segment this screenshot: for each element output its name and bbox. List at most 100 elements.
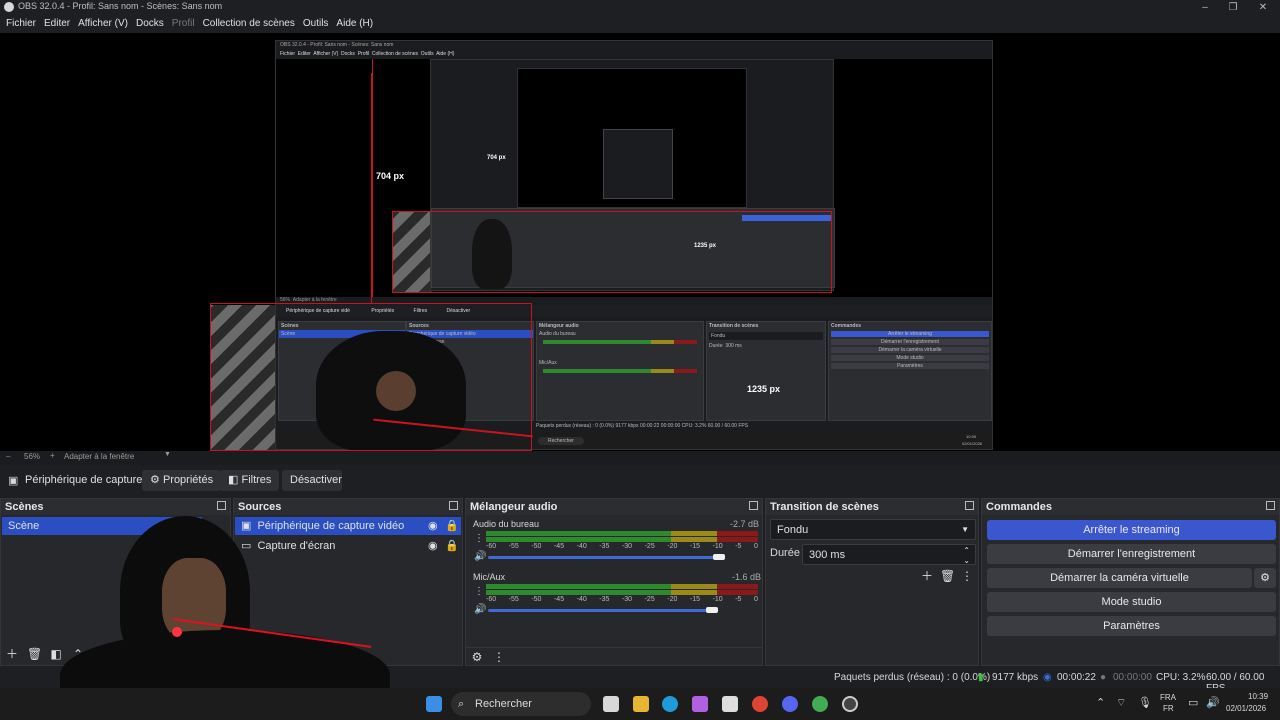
obs-icon[interactable]	[842, 696, 858, 712]
channel-db: -1.6 dB	[732, 572, 762, 582]
lock-icon[interactable]: 🔒	[445, 517, 459, 535]
search-icon: ⌕	[458, 698, 465, 710]
speaker-icon[interactable]: 🔊	[474, 551, 486, 562]
taskbar-search[interactable]: ⌕ Rechercher	[451, 692, 591, 716]
source-toolbar: ▣ Périphérique de capture vi ⚙ Propriété…	[0, 467, 1280, 495]
signal-icon: ▮	[978, 672, 984, 683]
transition-select[interactable]: Fondu ▼	[770, 519, 976, 540]
menu-scene-collection[interactable]: Collection de scènes	[199, 15, 299, 33]
nested-transition-dock: Transition de scènes Fondu Durée 300 ms …	[706, 321, 826, 421]
filter-icon: ◧	[228, 474, 239, 486]
duration-label: Durée	[770, 547, 800, 559]
undock-icon[interactable]	[965, 501, 974, 510]
volume-slider[interactable]	[488, 556, 718, 559]
level-meter	[486, 584, 758, 589]
studio-mode-button[interactable]: Mode studio	[987, 592, 1276, 612]
menu-profile[interactable]: Profil	[168, 15, 199, 33]
nested-mixer-dock: Mélangeur audio Audio du bureau Mic/Aux	[536, 321, 704, 421]
display-icon[interactable]: ▭	[1188, 696, 1198, 709]
chrome-icon[interactable]	[752, 696, 768, 712]
more-vertical-icon[interactable]: ⋮	[474, 533, 484, 544]
stop-streaming-button[interactable]: Arrêter le streaming	[987, 520, 1276, 540]
menu-file[interactable]: Fichier	[2, 15, 40, 33]
undock-icon[interactable]	[449, 501, 458, 510]
chevron-down-icon[interactable]: ▼	[164, 451, 171, 458]
menu-edit[interactable]: Editer	[40, 15, 74, 33]
menu-view[interactable]: Afficher (V)	[74, 15, 132, 33]
chevron-down-icon[interactable]: ⌄	[963, 551, 970, 571]
language-top[interactable]: FRA	[1160, 693, 1176, 702]
trash-icon[interactable]: 🗑	[940, 569, 955, 583]
chrome-icon[interactable]	[812, 696, 828, 712]
nested4-window	[603, 129, 673, 199]
zoom-fit-select[interactable]: Adapter à la fenêtre	[64, 452, 134, 461]
menu-bar: Fichier Editer Afficher (V) Docks Profil…	[0, 15, 1280, 33]
properties-button[interactable]: ⚙ Propriétés	[142, 470, 222, 491]
transition-dock-title: Transition de scènes	[766, 499, 978, 515]
zoom-value: 56%	[24, 452, 41, 461]
volume-icon[interactable]: 🔊	[1206, 696, 1220, 709]
virtual-camera-settings-button[interactable]: ⚙	[1254, 568, 1276, 588]
source-bounding-box[interactable]	[210, 303, 532, 451]
close-button[interactable]: ✕	[1248, 0, 1278, 15]
deactivate-button[interactable]: Désactiver	[282, 470, 342, 491]
bitrate: 9177 kbps	[992, 672, 1039, 683]
file-explorer-icon[interactable]	[633, 696, 649, 712]
gear-icon: ⚙	[150, 474, 160, 486]
mixer-toolbar: ⚙ ⋮	[466, 647, 762, 665]
copilot-icon[interactable]	[692, 696, 708, 712]
clock-time[interactable]: 10:39	[1248, 692, 1268, 701]
microphone-icon[interactable]: 🎙	[1138, 696, 1152, 709]
volume-slider-knob[interactable]	[705, 607, 718, 613]
volume-slider-knob[interactable]	[712, 554, 725, 560]
filters-button[interactable]: ◧ Filtres	[220, 470, 280, 491]
windows-start-icon[interactable]	[426, 696, 442, 712]
more-vertical-icon[interactable]: ⋮	[474, 586, 484, 597]
undock-icon[interactable]	[749, 501, 758, 510]
edge-icon[interactable]	[662, 696, 678, 712]
task-view-icon[interactable]	[603, 696, 619, 712]
zoom-out-button[interactable]: –	[6, 452, 10, 461]
gear-icon[interactable]: ⚙	[470, 650, 484, 664]
level-meter	[486, 531, 758, 536]
menu-tools[interactable]: Outils	[299, 15, 333, 33]
add-transition-icon[interactable]: ＋	[920, 569, 934, 583]
more-vertical-icon[interactable]: ⋮	[492, 650, 506, 664]
add-scene-icon[interactable]: ＋	[5, 647, 19, 661]
start-virtual-camera-button[interactable]: Démarrer la caméra virtuelle	[987, 568, 1252, 588]
menu-docks[interactable]: Docks	[132, 15, 168, 33]
maximize-button[interactable]: ❐	[1218, 0, 1248, 15]
zoom-in-button[interactable]: +	[50, 451, 55, 460]
meter-ticks: -60 -55 -50 -45 -40 -35 -30 -25 -20 -15 -10 -5 0	[486, 596, 758, 603]
store-icon[interactable]	[722, 696, 738, 712]
level-meter	[486, 537, 758, 542]
zoom-strip: – 56% + Adapter à la fenêtre ▼	[0, 451, 1280, 465]
settings-button[interactable]: Paramètres	[987, 616, 1276, 636]
duration-spinbox[interactable]: 300 ms ⌃ ⌄	[802, 544, 976, 565]
speaker-icon[interactable]: 🔊	[474, 604, 486, 615]
menu-help[interactable]: Aide (H)	[332, 15, 377, 33]
channel-name: Mic/Aux	[473, 572, 506, 582]
network-icon[interactable]: ⌔	[1116, 696, 1126, 710]
red-guide-vertical-outer	[371, 73, 372, 303]
lock-icon[interactable]: 🔒	[445, 537, 459, 555]
eye-icon[interactable]: ◉	[428, 517, 438, 535]
trash-icon[interactable]: 🗑	[27, 647, 42, 661]
more-vertical-icon[interactable]: ⋮	[960, 569, 974, 583]
language-bottom[interactable]: FR	[1163, 704, 1174, 713]
undock-icon[interactable]	[217, 501, 226, 510]
start-recording-button[interactable]: Démarrer l'enregistrement	[987, 544, 1276, 564]
clock-date[interactable]: 02/01/2026	[1226, 704, 1266, 713]
discord-icon[interactable]	[782, 696, 798, 712]
title-bar: OBS 32.0.4 - Profil: Sans nom - Scènes: …	[0, 0, 1280, 15]
gear-icon: ⚙	[1260, 572, 1270, 584]
minimize-button[interactable]: –	[1190, 0, 1220, 15]
volume-slider[interactable]	[488, 609, 718, 612]
nested-status: Paquets perdus (réseau) : 0 (0.0%) 9177 …	[536, 423, 749, 429]
eye-icon[interactable]: ◉	[428, 537, 438, 555]
level-meter	[486, 590, 758, 595]
preview-canvas[interactable]: OBS 32.0.4 - Profil: Sans nom - Scènes: …	[0, 33, 1280, 451]
channel-db: -2.7 dB	[730, 519, 760, 529]
undock-icon[interactable]	[1266, 501, 1275, 510]
chevron-up-icon[interactable]: ⌃	[1096, 696, 1105, 709]
